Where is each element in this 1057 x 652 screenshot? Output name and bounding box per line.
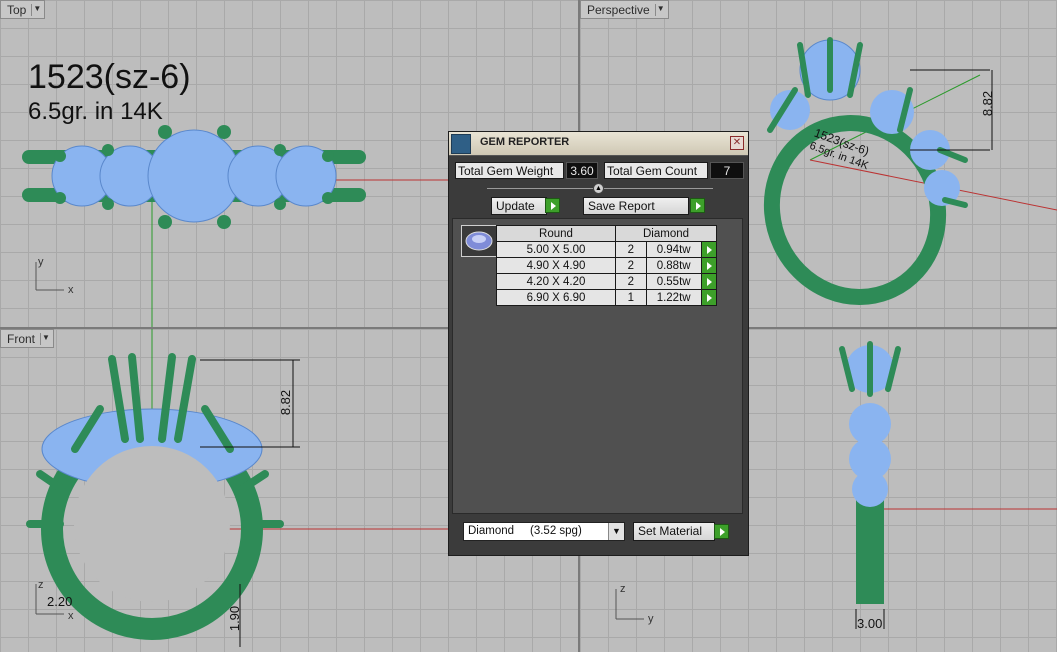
viewport-tab-perspective[interactable]: Perspective ▼ xyxy=(580,0,669,19)
axis-z-label: z xyxy=(620,583,626,595)
viewport-front-label: Front xyxy=(7,332,36,346)
collapse-toggle-icon[interactable]: ▲ xyxy=(593,183,604,194)
dim-left-label: 2.20 xyxy=(47,594,73,609)
gem-list-area: Round Diamond 5.00 X 5.00 2 0.94tw 4.90 … xyxy=(452,218,743,514)
viewport-top-label: Top xyxy=(7,3,27,17)
dim-height-label: 8.82 xyxy=(278,389,294,416)
gem-qty-cell: 1 xyxy=(615,289,647,306)
gem-qty-cell: 2 xyxy=(615,241,647,258)
gem-tw-cell: 0.55tw xyxy=(645,273,702,290)
gem-reporter-title: GEM REPORTER xyxy=(480,136,570,148)
gem-size-cell: 4.90 X 4.90 xyxy=(496,257,616,274)
material-select[interactable]: Diamond (3.52 spg) ▼ xyxy=(463,522,625,541)
material-select-value: Diamond (3.52 spg) xyxy=(468,525,582,537)
axis-z-label: z xyxy=(38,579,44,591)
gem-reporter-titlebar[interactable]: GEM REPORTER ✕ xyxy=(449,132,748,156)
gem-tw-cell: 0.88tw xyxy=(645,257,702,274)
gem-tw-cell: 0.94tw xyxy=(645,241,702,258)
gem-table-header: Round Diamond xyxy=(496,225,717,242)
set-material-play-icon[interactable] xyxy=(714,524,729,539)
gem-qty-cell: 2 xyxy=(615,273,647,290)
row-play-icon[interactable] xyxy=(700,241,718,258)
total-gem-count-value: 7 xyxy=(710,162,744,179)
shape-header: Round xyxy=(496,225,616,242)
gem-reporter-panel: GEM REPORTER ✕ Total Gem Weight 3.60 Tot… xyxy=(448,131,749,556)
axis-x-label: x xyxy=(68,284,74,296)
gem-type-header: Diamond xyxy=(615,225,717,242)
chevron-down-icon[interactable]: ▼ xyxy=(654,4,666,16)
gem-size-cell: 6.90 X 6.90 xyxy=(496,289,616,306)
table-row[interactable]: 5.00 X 5.00 2 0.94tw xyxy=(496,241,718,258)
chevron-down-icon[interactable]: ▼ xyxy=(31,4,42,16)
dim-bottom-label: 1.90 xyxy=(227,605,243,632)
total-gem-count-label: Total Gem Count xyxy=(604,162,708,179)
axis-x-label: x xyxy=(68,610,74,622)
ring-weight-note: 6.5gr. in 14K xyxy=(28,98,163,125)
total-gem-weight-label: Total Gem Weight xyxy=(455,162,564,179)
axis-y-label: y xyxy=(38,256,44,268)
dim-bottom-label: 3.00 xyxy=(857,616,883,631)
row-play-icon[interactable] xyxy=(700,257,718,274)
table-row[interactable]: 4.90 X 4.90 2 0.88tw xyxy=(496,257,718,274)
gem-tw-cell: 1.22tw xyxy=(645,289,702,306)
gem-qty-cell: 2 xyxy=(615,257,647,274)
viewport-tab-top[interactable]: Top ▼ xyxy=(0,0,46,19)
round-diamond-icon xyxy=(461,225,497,257)
gem-size-cell: 5.00 X 5.00 xyxy=(496,241,616,258)
gem-size-cell: 4.20 X 4.20 xyxy=(496,273,616,290)
gem-thumbnail-graphic xyxy=(465,231,493,251)
close-icon[interactable]: ✕ xyxy=(730,136,744,150)
update-button[interactable]: Update xyxy=(491,197,547,215)
viewport-tab-front[interactable]: Front ▼ xyxy=(0,329,55,348)
table-row[interactable]: 4.20 X 4.20 2 0.55tw xyxy=(496,273,718,290)
save-report-button[interactable]: Save Report xyxy=(583,197,689,215)
chevron-down-icon[interactable]: ▼ xyxy=(608,523,624,540)
axis-y-label: y xyxy=(648,613,654,625)
row-play-icon[interactable] xyxy=(700,289,718,306)
chevron-down-icon[interactable]: ▼ xyxy=(40,333,51,345)
total-gem-weight-value: 3.60 xyxy=(566,162,598,179)
gem-table: Round Diamond 5.00 X 5.00 2 0.94tw 4.90 … xyxy=(496,225,718,306)
update-play-icon[interactable] xyxy=(545,198,560,213)
row-play-icon[interactable] xyxy=(700,273,718,290)
viewport-perspective-label: Perspective xyxy=(587,3,650,17)
dim-height-label: 8.82 xyxy=(980,90,996,117)
save-report-play-icon[interactable] xyxy=(690,198,705,213)
set-material-button[interactable]: Set Material xyxy=(633,522,715,541)
table-row[interactable]: 6.90 X 6.90 1 1.22tw xyxy=(496,289,718,306)
ring-model-name: 1523(sz-6) xyxy=(28,58,191,96)
gem-reporter-logo-icon xyxy=(451,134,471,154)
